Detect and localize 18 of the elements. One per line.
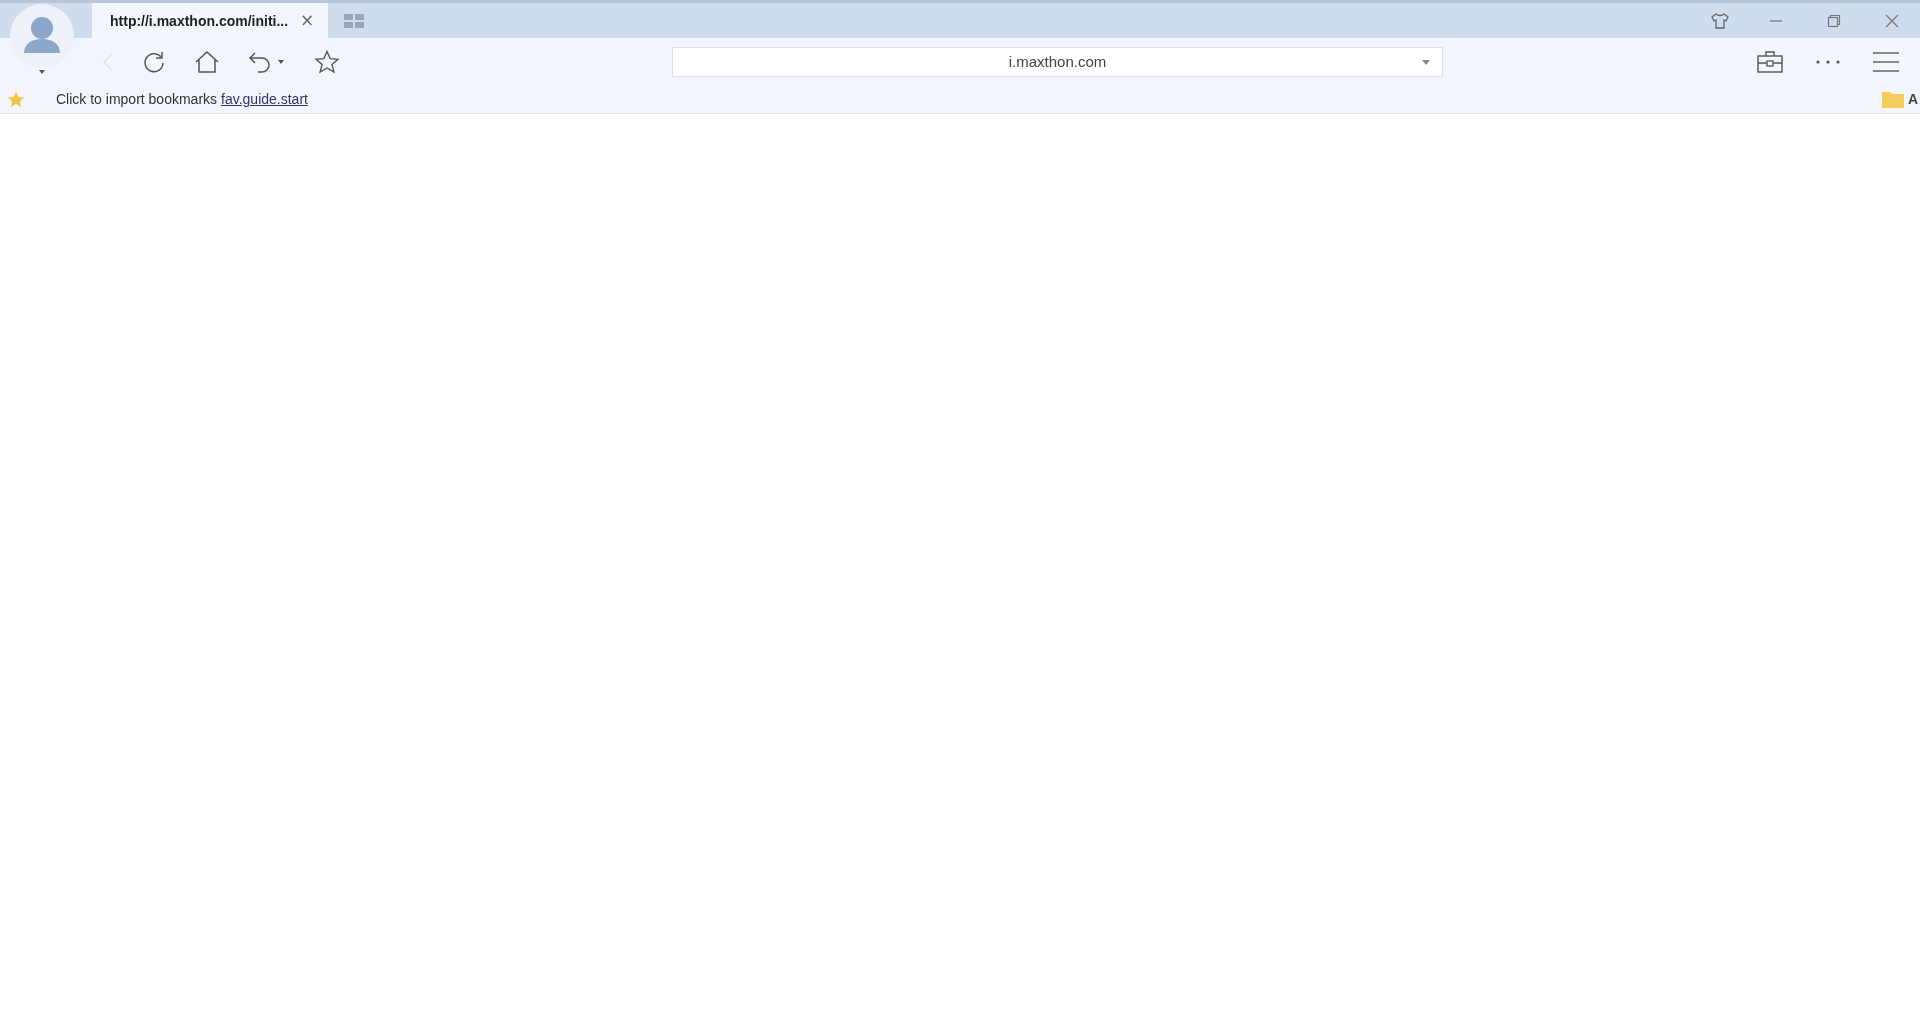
bookmark-folder-label[interactable]: A	[1907, 91, 1918, 107]
address-bar[interactable]: i.maxthon.com	[672, 46, 1443, 77]
undo-close-icon[interactable]	[248, 49, 286, 74]
tab-close-button[interactable]: ×	[300, 12, 315, 29]
star-icon[interactable]	[314, 49, 340, 74]
caret-icon[interactable]	[1422, 59, 1430, 65]
import-link[interactable]: fav.guide.start	[221, 91, 308, 107]
browser-tab[interactable]: http://i.maxthon.com/initi... ×	[92, 3, 329, 38]
import-bookmarks-text: Click to import bookmarks	[56, 91, 218, 107]
restore-icon[interactable]	[1827, 13, 1841, 28]
more-icon[interactable]	[1815, 58, 1841, 65]
reload-icon[interactable]	[142, 49, 166, 74]
close-icon[interactable]	[1885, 13, 1899, 28]
shirt-icon[interactable]	[1711, 12, 1729, 29]
menu-icon[interactable]	[1873, 51, 1899, 72]
home-icon[interactable]	[194, 49, 220, 74]
tab-grid-icon[interactable]	[344, 13, 365, 28]
toolbox-icon[interactable]	[1757, 50, 1783, 73]
